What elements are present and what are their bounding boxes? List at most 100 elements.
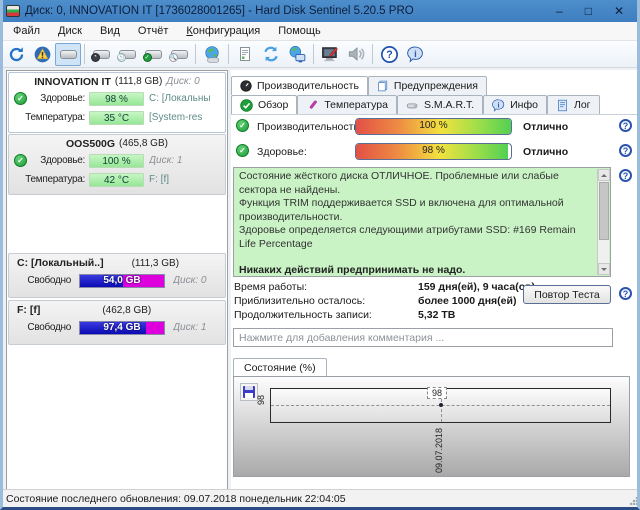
free-space-bar: 54,0 GB: [79, 274, 165, 288]
help-icon[interactable]: ?: [619, 119, 632, 132]
disk-size: (111,8 GB): [115, 76, 162, 87]
close-button[interactable]: ✕: [614, 0, 624, 22]
partition-name: F: [f]: [17, 304, 40, 316]
partition-size: (462,8 GB): [102, 305, 151, 316]
window-title: Диск: 0, INNOVATION IT [1736028001265] -…: [25, 5, 414, 17]
app-icon: [6, 5, 20, 17]
help-icon[interactable]: ?: [376, 43, 402, 66]
tab-performance[interactable]: Производительность: [231, 76, 368, 95]
partition-panel-c[interactable]: C: [Локальный..] (111,3 GB) Свободно 54,…: [8, 253, 226, 298]
scroll-down-icon[interactable]: [598, 263, 610, 275]
temp-label: Температура:: [23, 112, 85, 123]
health-gauge-row: ✓ Здоровье: 98 % Отлично ?: [231, 143, 640, 161]
refresh-icon[interactable]: [3, 43, 29, 66]
temp-bar: 35 °C: [89, 111, 144, 125]
free-space-bar: 97,4 GB: [79, 321, 165, 335]
retest-button[interactable]: Повтор Теста: [523, 285, 611, 304]
tab-temperature[interactable]: Температура: [297, 95, 397, 114]
x-axis-tick: 09.07.2018: [434, 425, 444, 473]
floppy-icon: [243, 386, 255, 398]
health-text-line: Здоровье определяется следующими атрибут…: [239, 224, 594, 251]
performance-gauge-row: ✓ Производительность: 100 % Отлично ?: [231, 118, 640, 136]
warnings-icon[interactable]: [29, 43, 55, 66]
health-text-line: Функция TRIM поддерживается SSD и включе…: [239, 197, 594, 224]
disk-list-sidebar: INNOVATION IT (111,8 GB) Диск: 0 ✓ Здоро…: [6, 70, 228, 490]
health-label: Здоровье:: [23, 93, 85, 104]
menu-bar: Файл Диск Вид Отчёт Конфигурация Помощь: [0, 22, 640, 41]
disk-schedule-icon[interactable]: 🕒: [114, 43, 140, 66]
tab-log[interactable]: Лог: [547, 95, 600, 114]
app-window: Диск: 0, INNOVATION IT [1736028001265] -…: [0, 0, 640, 510]
partition-name: C: [Локальный..]: [17, 257, 104, 269]
help-icon[interactable]: ?: [619, 144, 632, 157]
free-label: Свободно: [11, 322, 71, 333]
disk-performance-icon[interactable]: ◔: [88, 43, 114, 66]
resize-grip[interactable]: [630, 497, 638, 505]
disk-analyze-icon[interactable]: 🔍: [166, 43, 192, 66]
toolbar: ◔ 🕒 ✓ 🔍 ?: [0, 41, 640, 68]
desktop-edit-icon[interactable]: [317, 43, 343, 66]
partition-size: (111,3 GB): [132, 258, 179, 269]
last-update-status: Состояние последнего обновления: 09.07.2…: [6, 493, 346, 505]
health-label: Здоровье:: [23, 155, 85, 166]
menu-view[interactable]: Вид: [91, 25, 129, 37]
disk-size: (465,8 GB): [119, 138, 168, 149]
menu-disk[interactable]: Диск: [49, 25, 91, 37]
temp-bar: 42 °C: [89, 173, 144, 187]
ok-icon: ✓: [236, 119, 249, 132]
report-icon[interactable]: [232, 43, 258, 66]
disk-number: Диск: 0: [166, 76, 199, 87]
scroll-thumb[interactable]: [599, 182, 609, 240]
data-point: [439, 403, 443, 407]
network-disk-icon[interactable]: [199, 43, 225, 66]
help-icon[interactable]: ?: [619, 169, 632, 182]
tab-overview[interactable]: Обзор: [231, 95, 297, 114]
maximize-button[interactable]: □: [585, 0, 592, 22]
partition-ref: [System-res: [149, 112, 225, 123]
svg-text:i: i: [414, 49, 417, 60]
menu-report[interactable]: Отчёт: [129, 25, 177, 37]
power-on-time-label: Время работы:: [234, 281, 307, 293]
health-description-box: Состояние жёсткого диска ОТЛИЧНОЕ. Пробл…: [233, 167, 611, 277]
web-status-icon[interactable]: [284, 43, 310, 66]
minimize-button[interactable]: –: [556, 0, 563, 22]
status-bar: Состояние последнего обновления: 09.07.2…: [0, 489, 640, 507]
health-bar: 98 %: [355, 143, 512, 160]
health-history-chart: 98 98 09.07.2018: [233, 376, 630, 477]
y-axis-tick: 98: [256, 395, 266, 405]
menu-configuration[interactable]: Конфигурация: [177, 25, 269, 37]
health-bar: 98 %: [89, 92, 144, 106]
disk-display-icon[interactable]: [55, 43, 81, 66]
disk-panel-1[interactable]: OOS500G (465,8 GB) ✓ Здоровье: 100 % Дис…: [8, 134, 226, 195]
scroll-up-icon[interactable]: [598, 169, 610, 181]
disk-name: INNOVATION IT: [34, 76, 111, 88]
chart-tab-health[interactable]: Состояние (%): [233, 358, 327, 376]
health-text-action: Никаких действий предпринимать не надо.: [239, 264, 594, 278]
sound-alert-icon[interactable]: [343, 43, 369, 66]
comment-input[interactable]: [233, 328, 613, 347]
menu-file[interactable]: Файл: [4, 25, 49, 37]
performance-bar: 100 %: [355, 118, 512, 135]
partition-panel-f[interactable]: F: [f] (462,8 GB) Свободно 97,4 GB Диск:…: [8, 300, 226, 345]
tab-alerts[interactable]: Предупреждения: [368, 76, 487, 95]
help-icon[interactable]: ?: [619, 287, 632, 300]
lifetime-writes-value: 5,32 TB: [418, 309, 455, 321]
scrollbar[interactable]: [597, 169, 609, 275]
performance-label: Производительность:: [257, 121, 362, 133]
tab-info[interactable]: i Инфо: [483, 95, 547, 114]
svg-text:i: i: [498, 100, 500, 109]
free-label: Свободно: [11, 275, 71, 286]
estimated-remaining-label: Приблизительно осталось:: [234, 295, 365, 307]
data-point-label: 98: [427, 387, 447, 399]
disk-panel-0[interactable]: INNOVATION IT (111,8 GB) Диск: 0 ✓ Здоро…: [8, 72, 226, 133]
sync-icon[interactable]: [258, 43, 284, 66]
menu-help[interactable]: Помощь: [269, 25, 330, 37]
tab-smart[interactable]: S.M.A.R.T.: [397, 95, 483, 114]
ok-icon: ✓: [236, 144, 249, 157]
stats-block: Время работы: 159 дня(ей), 9 часа(ов) Пр…: [234, 281, 534, 323]
chart-plot-area: 98: [270, 388, 611, 423]
health-bar: 100 %: [89, 154, 144, 168]
disk-status-ok-icon[interactable]: ✓: [140, 43, 166, 66]
health-text-line: Состояние жёсткого диска ОТЛИЧНОЕ. Пробл…: [239, 170, 594, 197]
info-icon[interactable]: i: [402, 43, 428, 66]
